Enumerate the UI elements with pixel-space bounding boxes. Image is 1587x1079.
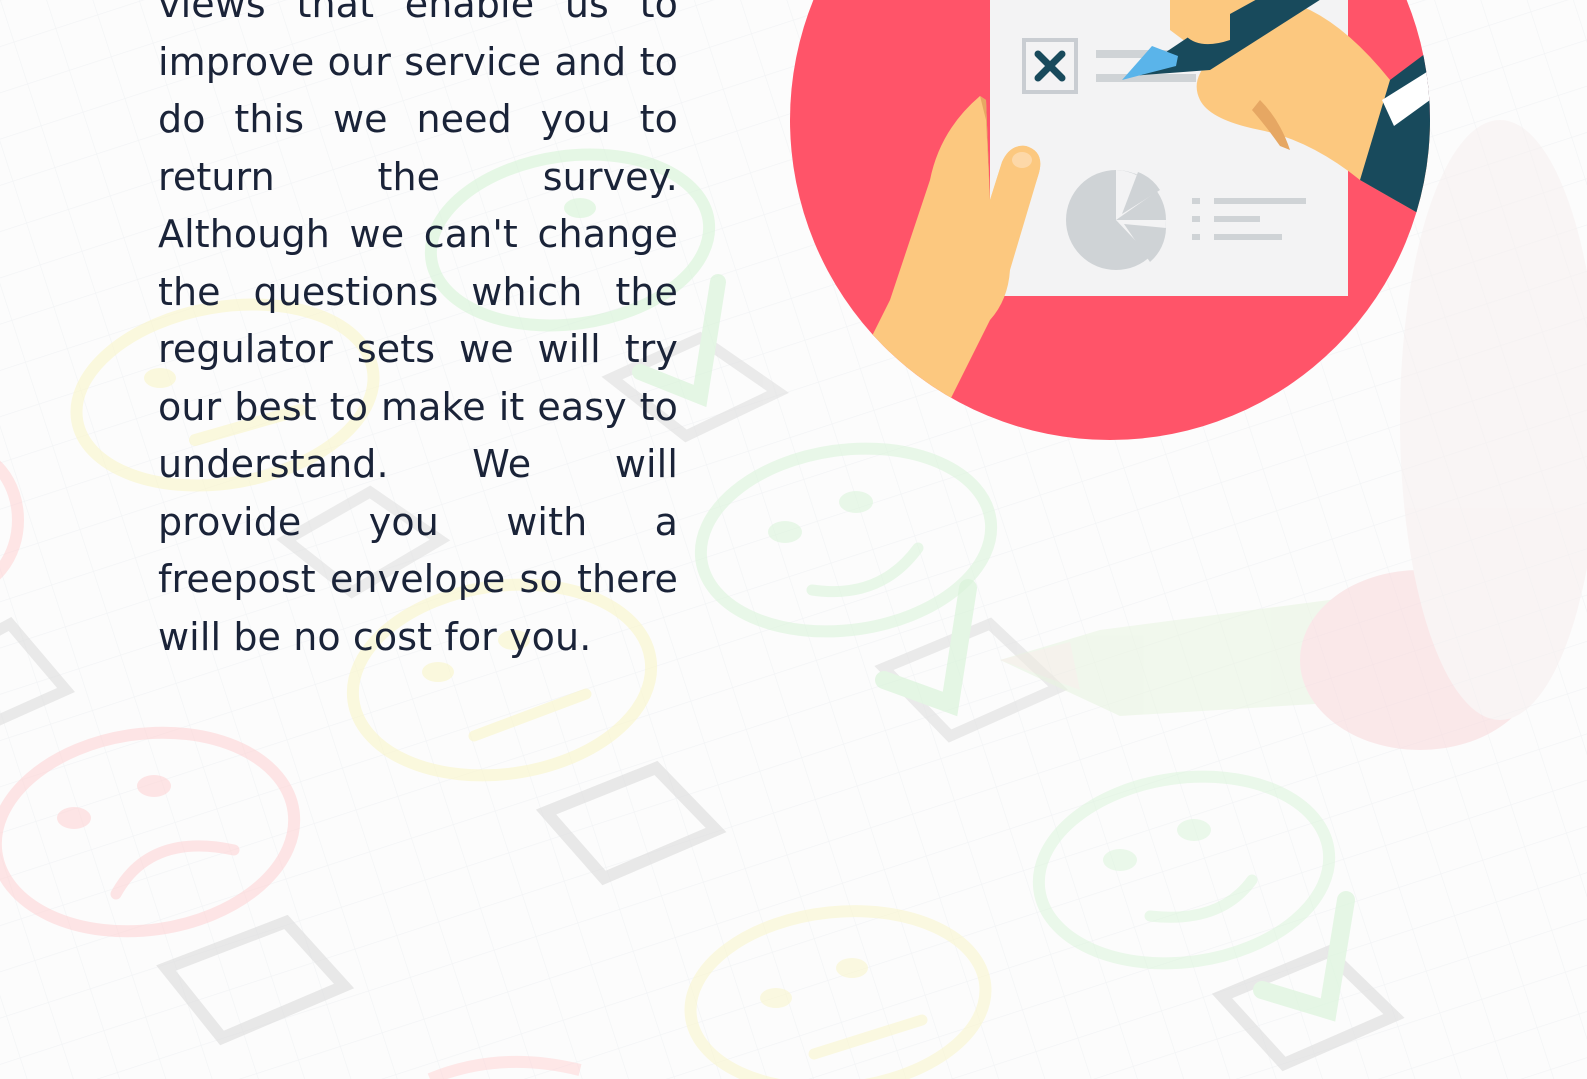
pie-chart-icon: [1066, 170, 1166, 270]
page: views that enable us to improve our serv…: [0, 0, 1587, 1079]
survey-body-text: views that enable us to improve our serv…: [158, 0, 678, 659]
survey-form-illustration: [790, 0, 1430, 440]
